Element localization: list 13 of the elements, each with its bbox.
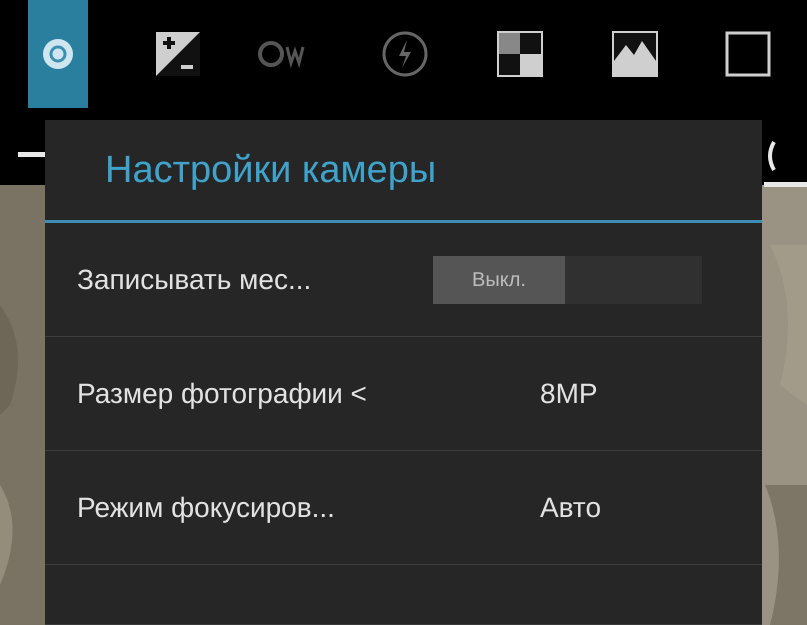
setting-value: Авто [540,490,602,524]
setting-value: 8MP [540,376,598,410]
setting-label: Размер фотографии < [77,376,368,411]
setting-label: Записывать мес... [77,262,312,296]
setting-label: Режим фокусиров... [77,490,336,525]
exposure-icon [155,31,201,77]
landscape-icon [612,31,658,77]
flash-off-icon [381,30,429,78]
camera-settings-icon [41,37,75,71]
panel-title: Настройки камеры [105,148,436,192]
toggle-switch[interactable]: Выкл. [433,256,702,304]
scene-grid-icon [497,31,543,77]
square-icon [725,31,771,77]
